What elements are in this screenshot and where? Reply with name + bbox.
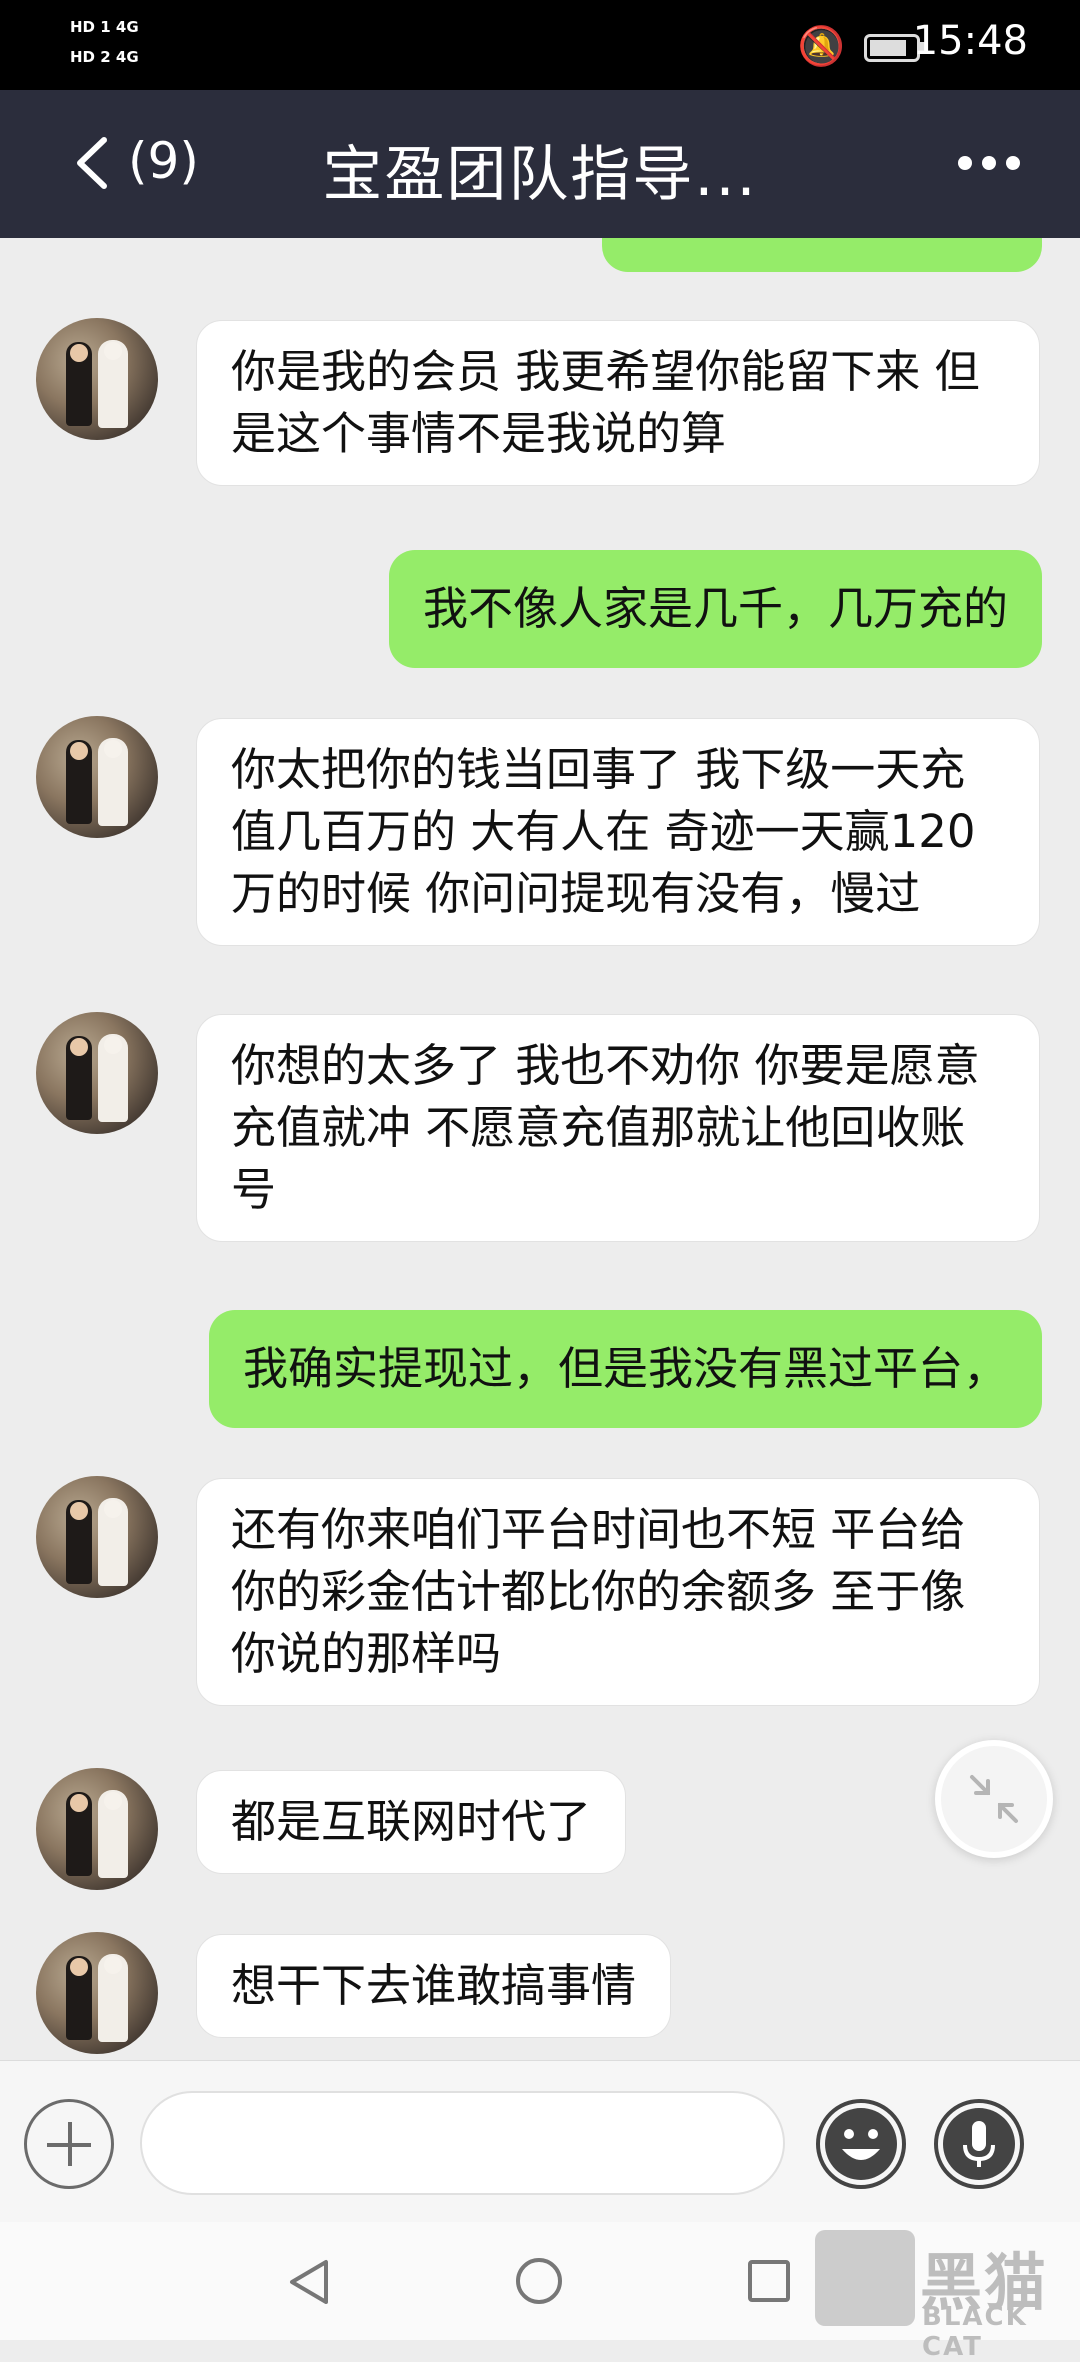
message-input[interactable] <box>140 2091 785 2195</box>
chat-header: (9) 宝盈团队指导... <box>0 90 1080 238</box>
input-bar <box>0 2060 1080 2223</box>
message-bubble-outgoing[interactable]: 我确实提现过，但是我没有黑过平台， <box>208 1310 1042 1428</box>
status-bar: HD 1 4G HD 2 4G 🔕 15:48 <box>0 0 1080 90</box>
contact-avatar[interactable] <box>36 1768 158 1890</box>
black-cat-logo-icon <box>815 2230 915 2326</box>
message-bubble-incoming[interactable]: 你是我的会员 我更希望你能留下来 但是这个事情不是我说的算 <box>196 320 1040 486</box>
message-bubble-incoming[interactable]: 还有你来咱们平台时间也不短 平台给你的彩金估计都比你的余额多 至于像你说的那样吗 <box>196 1478 1040 1706</box>
contact-avatar[interactable] <box>36 318 158 440</box>
mute-bell-icon: 🔕 <box>797 24 845 68</box>
message-bubble-incoming[interactable]: 你想的太多了 我也不劝你 你要是愿意充值就冲 不愿意充值那就让他回收账号 <box>196 1014 1040 1242</box>
battery-icon <box>864 34 920 62</box>
message-bubble-incoming[interactable]: 想干下去谁敢搞事情 <box>196 1934 672 2038</box>
clock: 15:48 <box>912 18 1028 64</box>
contact-avatar[interactable] <box>36 716 158 838</box>
message-bubble-incoming[interactable]: 都是互联网时代了 <box>196 1770 627 1874</box>
sim1-signal: HD 1 4G <box>70 18 139 36</box>
contact-avatar[interactable] <box>36 1932 158 2054</box>
emoji-icon[interactable] <box>814 2097 908 2191</box>
watermark-english: BLACK CAT <box>922 2302 1028 2362</box>
system-nav-bar: 黑猫 BLACK CAT <box>0 2222 1080 2362</box>
message-bubble-incoming[interactable]: 你太把你的钱当回事了 我下级一天充值几百万的 大有人在 奇迹一天赢120万的时候… <box>196 718 1040 946</box>
more-options-icon[interactable] <box>958 156 1020 170</box>
nav-back-icon[interactable] <box>286 2258 330 2306</box>
message-list[interactable]: 你是我的会员 我更希望你能留下来 但是这个事情不是我说的算 我不像人家是几千，几… <box>0 238 1080 2060</box>
contact-avatar[interactable] <box>36 1012 158 1134</box>
message-bubble-partial <box>602 238 1042 272</box>
contact-avatar[interactable] <box>36 1476 158 1598</box>
floating-window-button[interactable] <box>935 1740 1053 1858</box>
microphone-icon[interactable] <box>932 2097 1026 2191</box>
chat-title: 宝盈团队指导... <box>322 140 758 210</box>
sim2-signal: HD 2 4G <box>70 48 139 66</box>
nav-recents-icon[interactable] <box>748 2260 790 2302</box>
message-bubble-outgoing[interactable]: 我不像人家是几千，几万充的 <box>388 550 1042 668</box>
nav-home-icon[interactable] <box>516 2258 562 2304</box>
minimize-arrows-icon <box>970 1775 1018 1823</box>
add-attachment-icon[interactable] <box>24 2099 114 2189</box>
